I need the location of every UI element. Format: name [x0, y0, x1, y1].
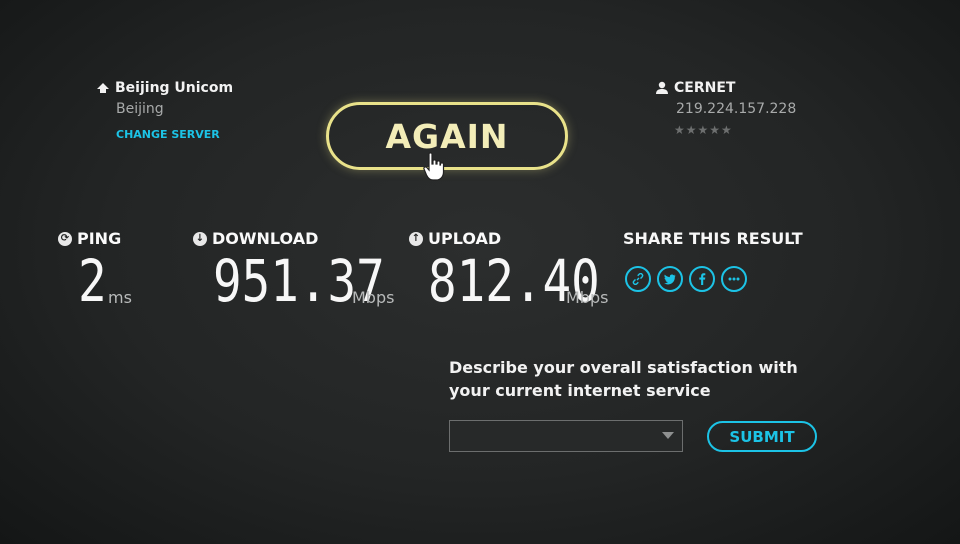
- upload-icon: ↑: [409, 231, 423, 246]
- isp-rating-stars[interactable]: ★★★★★: [674, 123, 733, 137]
- survey-question-line-2: your current internet service: [449, 381, 711, 400]
- share-icons: [625, 266, 747, 292]
- isp-ip-address: 219.224.157.228: [676, 101, 797, 117]
- server-icon: [97, 83, 109, 93]
- link-icon[interactable]: [625, 266, 651, 292]
- change-server-link[interactable]: CHANGE SERVER: [116, 128, 220, 141]
- submit-button[interactable]: SUBMIT: [707, 421, 817, 452]
- share-result-label: SHARE THIS RESULT: [623, 229, 803, 248]
- isp-name: CERNET: [674, 80, 736, 96]
- server-info: Beijing Unicom: [96, 80, 233, 96]
- facebook-icon[interactable]: [689, 266, 715, 292]
- download-label: ↓ DOWNLOAD: [193, 229, 318, 248]
- satisfaction-question: Describe your overall satisfaction with …: [449, 356, 829, 402]
- user-icon: [656, 81, 668, 94]
- download-icon: ↓: [193, 231, 207, 246]
- chevron-down-icon: [662, 432, 674, 439]
- satisfaction-select[interactable]: [449, 420, 683, 452]
- ping-label: ⟳ PING: [58, 229, 121, 248]
- server-city: Beijing: [116, 101, 164, 117]
- ping-unit: ms: [108, 288, 132, 307]
- twitter-icon[interactable]: [657, 266, 683, 292]
- more-icon[interactable]: [721, 266, 747, 292]
- upload-unit: Mbps: [566, 288, 609, 307]
- hand-cursor-icon: [423, 152, 445, 181]
- server-name: Beijing Unicom: [115, 80, 234, 96]
- upload-label: ↑ UPLOAD: [409, 229, 501, 248]
- download-unit: Mbps: [352, 288, 395, 307]
- survey-question-line-1: Describe your overall satisfaction with: [449, 358, 798, 377]
- again-button[interactable]: AGAIN: [326, 102, 568, 170]
- isp-info: CERNET: [655, 80, 735, 96]
- submit-label: SUBMIT: [729, 427, 795, 446]
- again-label: AGAIN: [385, 116, 509, 156]
- ping-icon: ⟳: [58, 231, 72, 246]
- ping-value: 2: [78, 247, 107, 315]
